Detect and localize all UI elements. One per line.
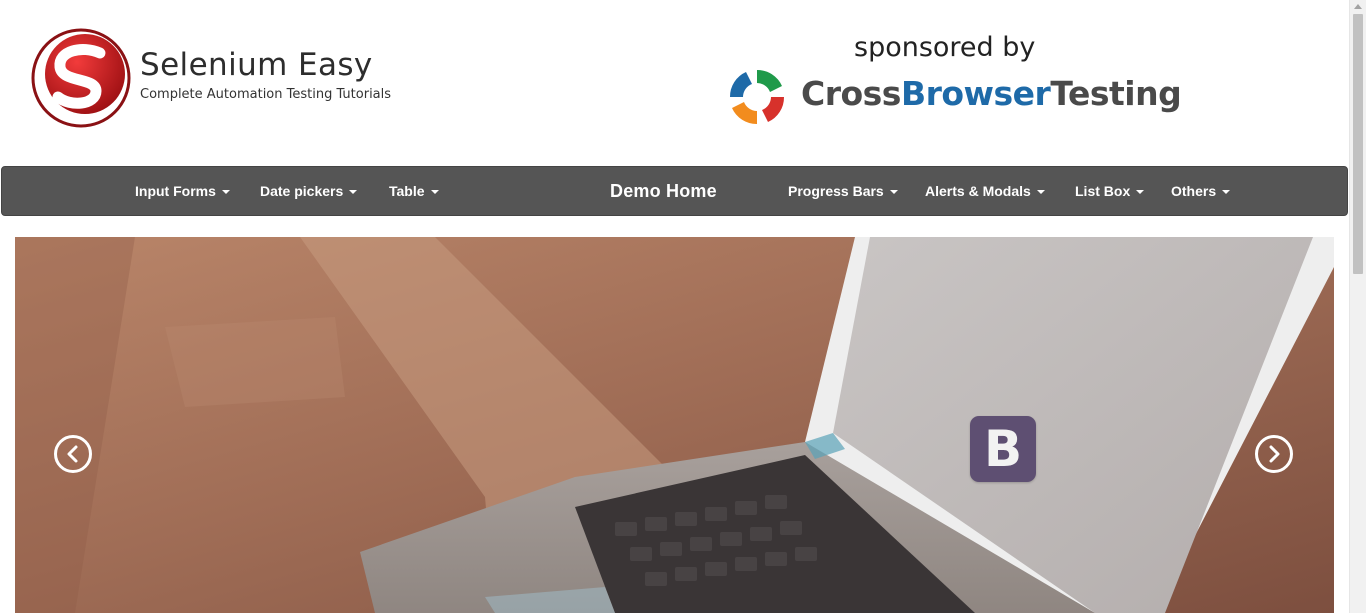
brand-text: Selenium Easy Complete Automation Testin… — [140, 46, 391, 102]
scrollbar-thumb[interactable] — [1353, 14, 1363, 274]
nav-alerts-modals-label: Alerts & Modals — [925, 183, 1031, 199]
nav-alerts-modals[interactable]: Alerts & Modals — [925, 167, 1045, 215]
nav-progress-bars[interactable]: Progress Bars — [788, 167, 898, 215]
nav-others-label: Others — [1171, 183, 1217, 199]
page: Selenium Easy Complete Automation Testin… — [0, 0, 1366, 613]
nav-progress-bars-label: Progress Bars — [788, 183, 884, 199]
nav-others[interactable]: Others — [1171, 167, 1231, 215]
page-scrollbar[interactable] — [1349, 0, 1366, 613]
brand-tagline: Complete Automation Testing Tutorials — [140, 87, 392, 102]
caret-down-icon — [430, 190, 439, 195]
brand-title: Selenium Easy — [140, 47, 373, 83]
scroll-up-arrow-icon[interactable] — [1354, 4, 1362, 9]
caret-down-icon — [1222, 190, 1231, 195]
nav-list-box-label: List Box — [1075, 183, 1131, 199]
nav-input-forms[interactable]: Input Forms — [135, 167, 230, 215]
nav-demo-home-label: Demo Home — [610, 181, 717, 201]
chevron-right-icon — [1269, 445, 1280, 463]
sponsor-label: sponsored by — [854, 32, 1036, 63]
nav-list-box[interactable]: List Box — [1075, 167, 1145, 215]
brand[interactable]: Selenium Easy Complete Automation Testin… — [30, 27, 391, 129]
sponsor-name: CrossBrowserTesting — [801, 74, 1182, 113]
chevron-left-icon — [67, 445, 78, 463]
caret-down-icon — [221, 190, 230, 195]
nav-date-pickers[interactable]: Date pickers — [260, 167, 358, 215]
caret-down-icon — [349, 190, 358, 195]
sponsor-banner[interactable]: sponsored by CrossBrowserTesting — [724, 30, 1182, 130]
caret-down-icon — [1136, 190, 1145, 195]
carousel-slide-image — [15, 237, 1334, 613]
nav-demo-home[interactable]: Demo Home — [610, 167, 717, 215]
main-navbar: Input Forms Date pickers Table Demo Home… — [1, 166, 1348, 216]
nav-table[interactable]: Table — [389, 167, 439, 215]
sponsor-name-testing: Testing — [1050, 74, 1182, 113]
nav-date-pickers-label: Date pickers — [260, 183, 344, 199]
selenium-easy-logo-icon — [31, 28, 131, 128]
site-header: Selenium Easy Complete Automation Testin… — [0, 0, 1349, 166]
bootstrap-logo-icon: B — [970, 416, 1036, 482]
nav-input-forms-label: Input Forms — [135, 183, 216, 199]
caret-down-icon — [1036, 190, 1045, 195]
crossbrowsertesting-logo-icon — [729, 69, 785, 125]
carousel-next-button[interactable] — [1255, 435, 1293, 473]
carousel-prev-button[interactable] — [54, 435, 92, 473]
sponsor-name-cross: Cross — [801, 74, 901, 113]
nav-table-label: Table — [389, 183, 425, 199]
caret-down-icon — [889, 190, 898, 195]
hero-carousel: B — [15, 237, 1334, 613]
sponsor-name-browser: Browser — [900, 74, 1051, 113]
